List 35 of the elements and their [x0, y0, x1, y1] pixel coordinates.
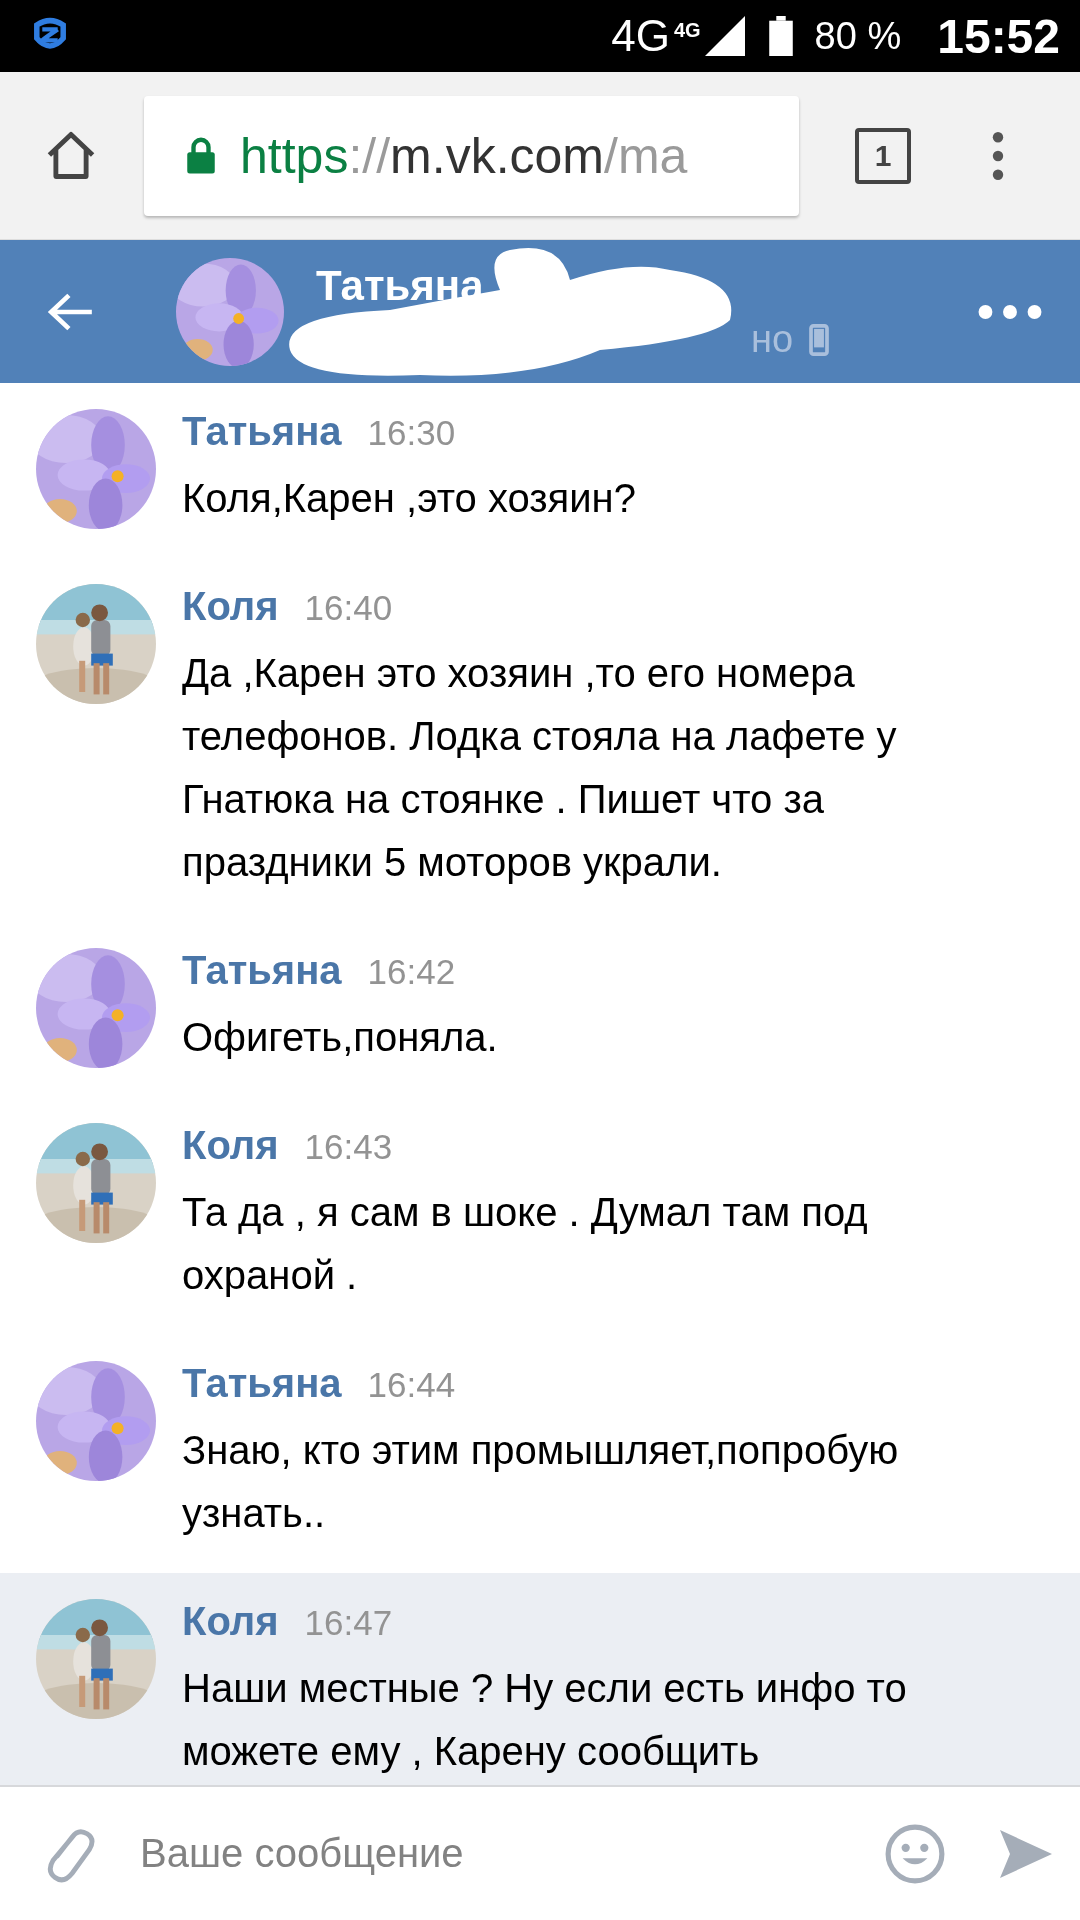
- sender-name[interactable]: Татьяна: [182, 409, 342, 454]
- sender-name[interactable]: Коля: [182, 1599, 279, 1644]
- sender-name[interactable]: Коля: [182, 1123, 279, 1168]
- message-time: 16:40: [304, 588, 393, 628]
- message-text: Наши местные ? Ну если есть инфо то можете ему , Карену сообщить: [182, 1665, 908, 1775]
- more-icon[interactable]: [978, 303, 1042, 320]
- battery-icon: [768, 16, 793, 56]
- message-text: Офигеть,поняла.: [182, 1014, 499, 1061]
- sender-name[interactable]: Коля: [182, 584, 279, 629]
- lock-icon: [186, 136, 216, 175]
- url-text: https://m.vk.com/ma: [240, 126, 688, 185]
- online-status: но: [751, 318, 794, 361]
- network-label: 4G: [611, 11, 670, 61]
- signal-icon: [704, 16, 745, 56]
- message-text: Та да , я сам в шоке . Думал там под охраной .: [182, 1189, 869, 1299]
- smiley-icon[interactable]: [884, 1822, 946, 1885]
- message-time: 16:47: [304, 1603, 393, 1643]
- message-time: 16:43: [304, 1127, 393, 1167]
- message-text: Да ,Карен это хозяин ,то его номера телефонов. Лодка стояла на лафете у Гнатюка на стоянке . Пишет что за праздники 5 моторов украли.: [182, 650, 898, 886]
- message-time: 16:42: [367, 952, 456, 992]
- sender-name[interactable]: Татьяна: [182, 1361, 342, 1406]
- message-time: 16:30: [367, 413, 456, 453]
- message-text: Знаю, кто этим промышляет,попробую узнать..: [182, 1427, 900, 1537]
- contact-name: Татьяна: [316, 262, 485, 310]
- battery-percentage: 80 %: [814, 14, 902, 58]
- phone-icon: [809, 323, 830, 356]
- sender-name[interactable]: Татьяна: [182, 948, 342, 993]
- tab-count-button[interactable]: 1: [855, 127, 911, 184]
- message-text: Коля,Карен ,это хозяин?: [182, 475, 637, 522]
- message-input-field[interactable]: Ваше сообщение: [138, 1830, 844, 1877]
- address-bar[interactable]: https://m.vk.com/ma: [144, 95, 799, 216]
- message-time: 16:44: [367, 1365, 456, 1405]
- menu-icon[interactable]: [991, 130, 1005, 181]
- clock-time: 15:52: [937, 8, 1060, 64]
- network-small-label: 4G: [673, 18, 701, 42]
